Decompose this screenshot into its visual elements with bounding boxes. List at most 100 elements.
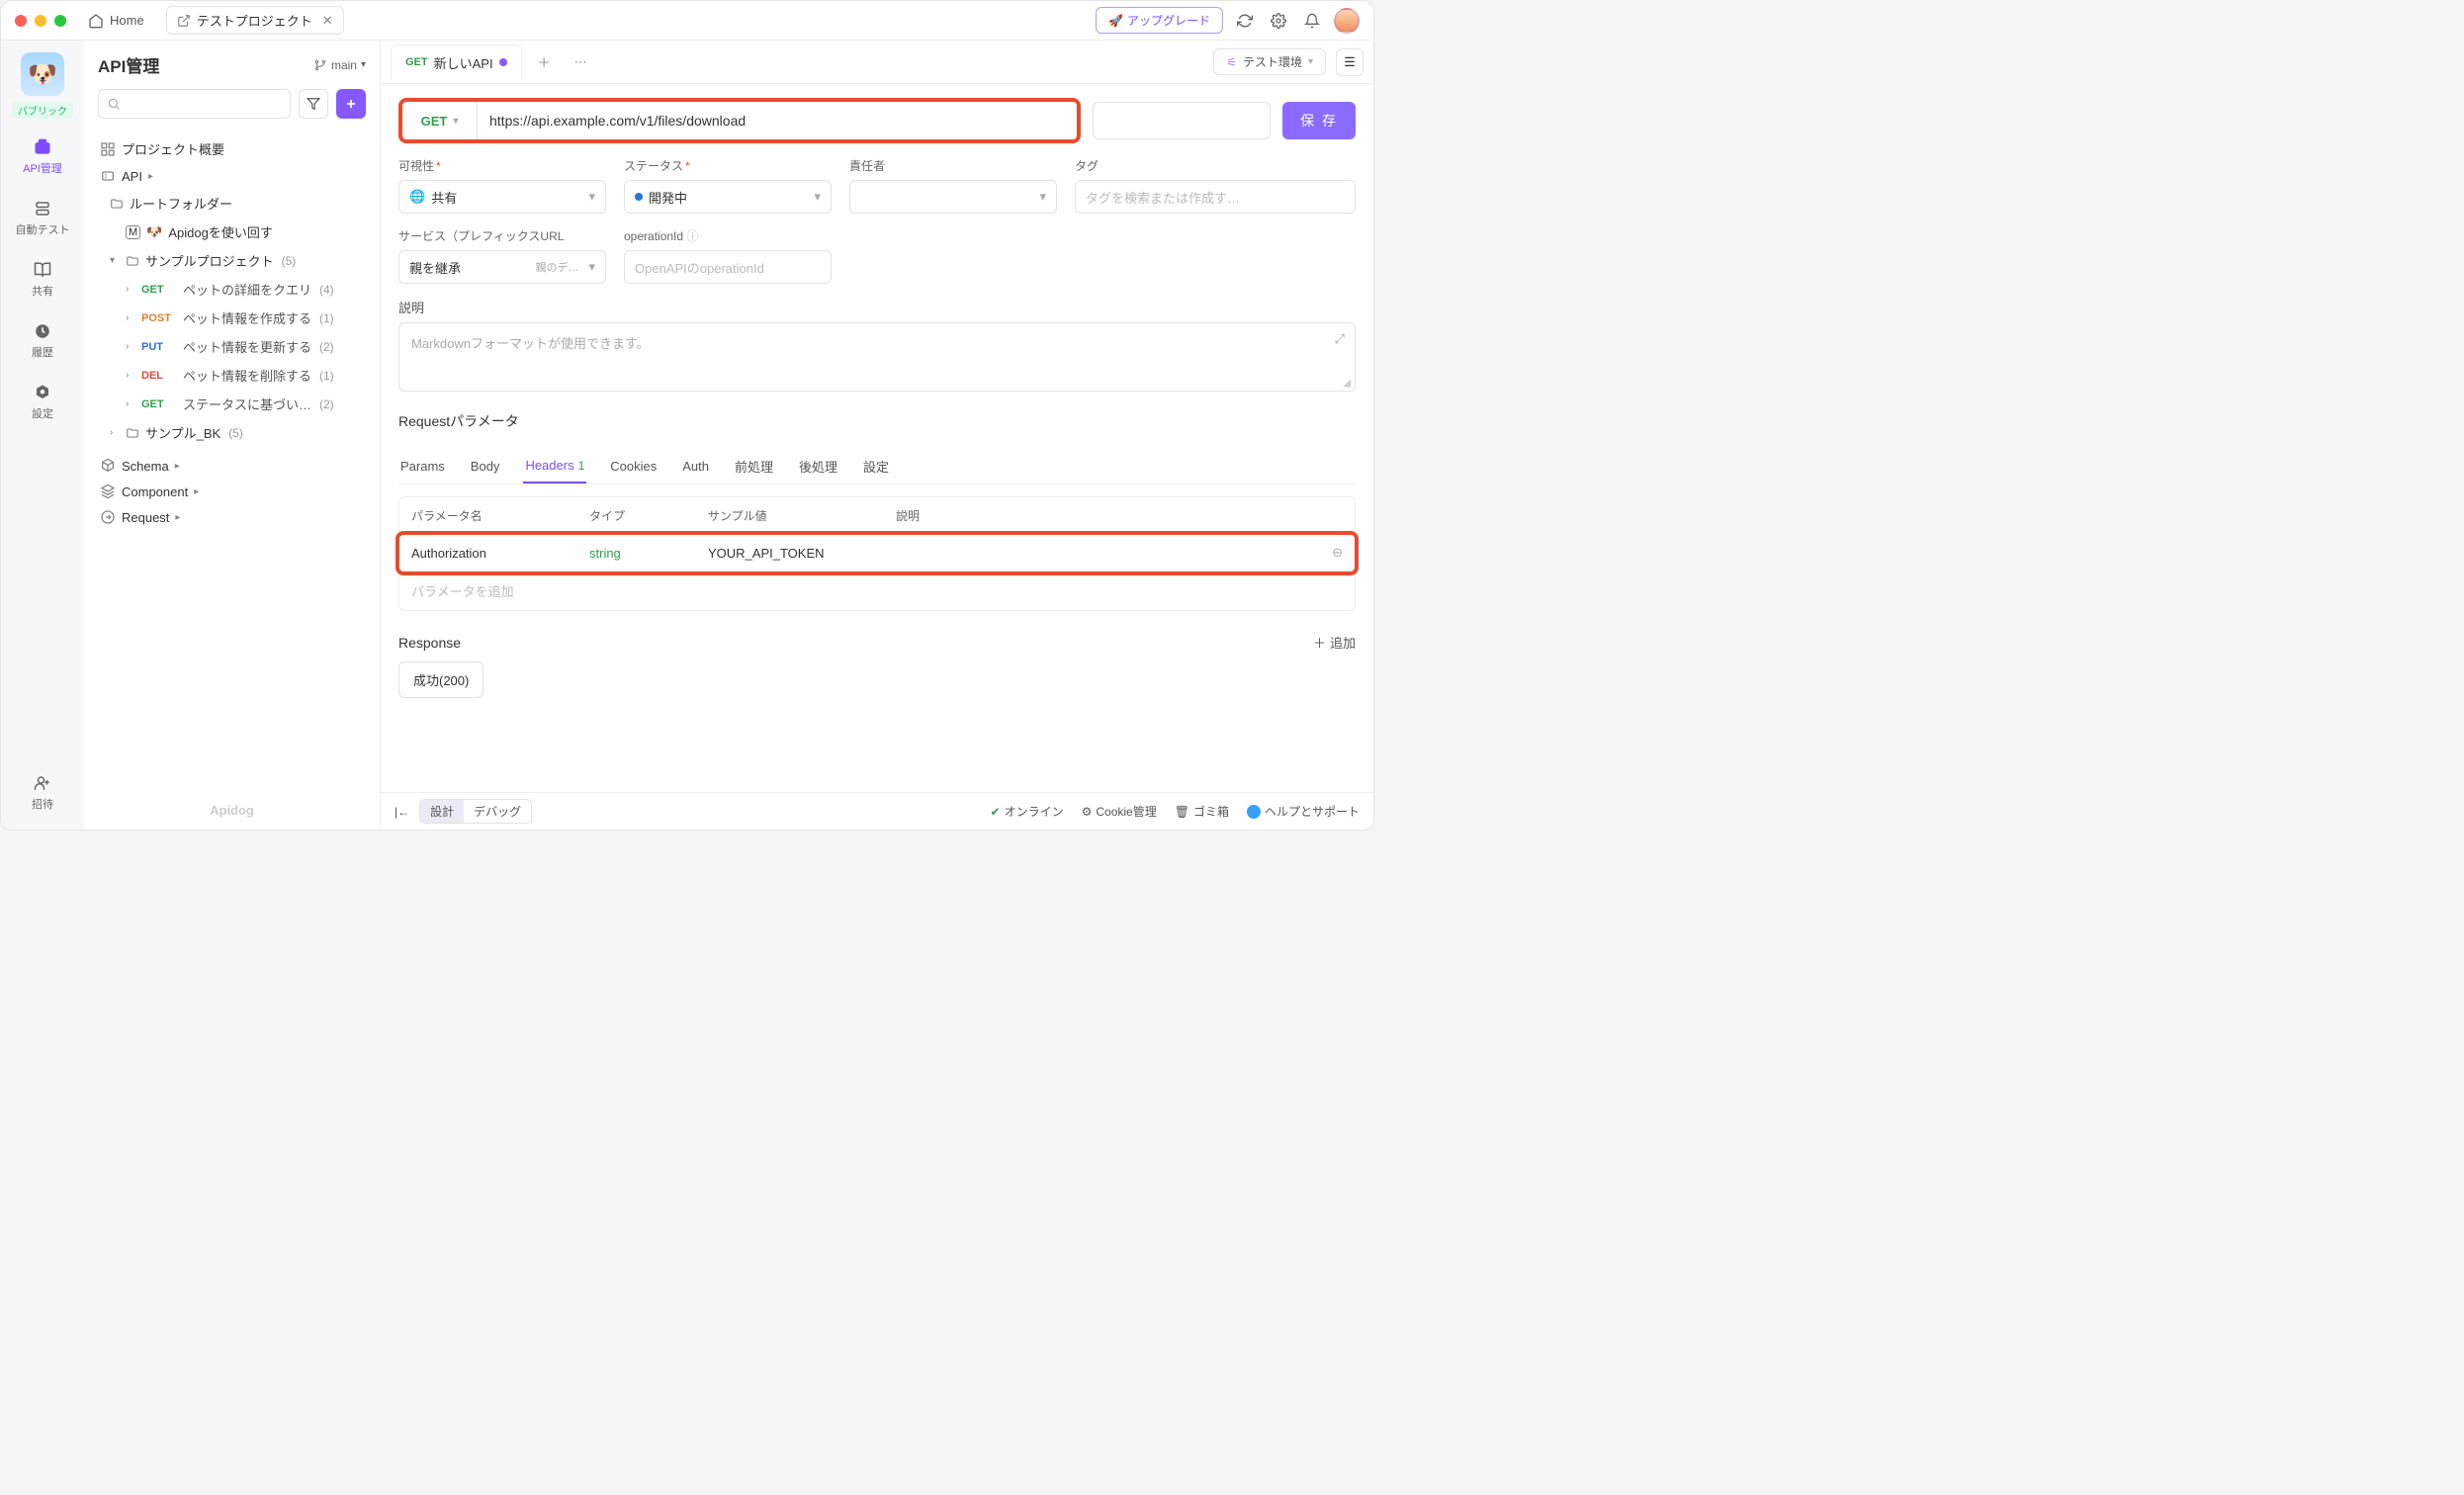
dirty-indicator bbox=[499, 58, 507, 66]
bell-icon[interactable] bbox=[1300, 9, 1324, 33]
nav-history[interactable]: 履歴 bbox=[1, 316, 84, 364]
component-label: Component bbox=[122, 484, 188, 499]
help-icon[interactable]: ⓘ bbox=[686, 229, 698, 243]
method-selector[interactable]: GET ▾ bbox=[402, 102, 478, 139]
tab-body[interactable]: Body bbox=[469, 449, 502, 484]
tab-postprocess[interactable]: 後処理 bbox=[797, 449, 839, 484]
apidog-guide[interactable]: M 🐶 Apidogを使い回す bbox=[96, 218, 372, 246]
expand-icon[interactable]: ⤢ bbox=[1335, 331, 1345, 347]
nav-api[interactable]: API管理 bbox=[1, 132, 84, 180]
add-response-button[interactable]: ＋追加 bbox=[1313, 633, 1356, 652]
opid-input[interactable]: OpenAPIのoperationId bbox=[624, 250, 832, 284]
api-root[interactable]: API ▸ bbox=[96, 163, 372, 189]
service-label: サービス（プレフィックスURL bbox=[398, 227, 606, 244]
environment-selector[interactable]: ⚟ テスト環境 ▾ bbox=[1213, 48, 1326, 75]
mode-debug[interactable]: デバッグ bbox=[464, 800, 531, 823]
col-desc: 説明 bbox=[896, 507, 1303, 524]
endpoint-row-2[interactable]: ›PUTペット情報を更新する(2) bbox=[96, 332, 372, 361]
component-section[interactable]: Component ▸ bbox=[96, 479, 372, 504]
header-row[interactable]: Authorization string YOUR_API_TOKEN ⊖ bbox=[399, 535, 1355, 572]
owner-label: 責任者 bbox=[849, 157, 1057, 174]
user-avatar[interactable] bbox=[1334, 8, 1360, 34]
schema-section[interactable]: Schema ▸ bbox=[96, 453, 372, 479]
endpoint-count: (1) bbox=[319, 369, 334, 383]
response-chip-label: 成功(200) bbox=[413, 670, 469, 689]
tab-cookies[interactable]: Cookies bbox=[608, 449, 659, 484]
url-input[interactable] bbox=[478, 102, 1077, 139]
description-textarea[interactable]: Markdownフォーマットが使用できます。 ⤢ ◢ bbox=[398, 322, 1356, 392]
service-select[interactable]: 親を継承 親のデ… ▾ bbox=[398, 250, 606, 284]
param-sample[interactable]: YOUR_API_TOKEN bbox=[708, 546, 896, 561]
mode-design[interactable]: 設計 bbox=[420, 800, 464, 823]
endpoint-row-1[interactable]: ›POSTペット情報を作成する(1) bbox=[96, 304, 372, 332]
sample-bk-label: サンプル_BK bbox=[145, 423, 220, 442]
close-icon[interactable]: ✕ bbox=[322, 13, 333, 29]
response-chip[interactable]: 成功(200) bbox=[398, 661, 484, 698]
chevron-down-icon: ▾ bbox=[814, 189, 821, 205]
owner-select[interactable]: ▾ bbox=[849, 180, 1057, 214]
chevron-right-icon: ▸ bbox=[175, 461, 185, 472]
collapse-icon[interactable]: |← bbox=[395, 805, 409, 819]
upgrade-button[interactable]: 🚀 アップグレード bbox=[1096, 7, 1223, 34]
add-tab-button[interactable]: ＋ bbox=[530, 48, 559, 75]
sample-bk-folder[interactable]: › サンプル_BK (5) bbox=[96, 418, 372, 447]
endpoint-name: ペットの詳細をクエリ bbox=[183, 280, 311, 299]
tab-params[interactable]: Params bbox=[398, 449, 447, 484]
branch-selector[interactable]: main ▾ bbox=[313, 58, 366, 72]
help-support[interactable]: ヘルプとサポート bbox=[1247, 803, 1360, 820]
project-overview[interactable]: プロジェクト概要 bbox=[96, 134, 372, 163]
nav-settings[interactable]: 設定 bbox=[1, 378, 84, 425]
folder-icon bbox=[126, 426, 139, 440]
add-button[interactable] bbox=[336, 89, 366, 119]
schema-label: Schema bbox=[122, 459, 169, 474]
tab-headers[interactable]: Headers1 bbox=[523, 449, 586, 484]
tab-preprocess[interactable]: 前処理 bbox=[733, 449, 775, 484]
request-section[interactable]: Request ▸ bbox=[96, 504, 372, 530]
project-avatar[interactable]: 🐶 bbox=[21, 52, 64, 96]
refresh-icon[interactable] bbox=[1233, 9, 1257, 33]
status-label: ステータス* bbox=[624, 157, 832, 174]
root-folder-label: ルートフォルダー bbox=[130, 194, 232, 213]
home-tab[interactable]: Home bbox=[78, 9, 154, 33]
panel-menu-button[interactable]: ☰ bbox=[1336, 48, 1364, 76]
search-input[interactable] bbox=[98, 89, 291, 119]
resize-handle[interactable]: ◢ bbox=[1343, 378, 1351, 389]
nav-autotest[interactable]: 自動テスト bbox=[1, 194, 84, 241]
flask-icon bbox=[32, 198, 53, 220]
endpoint-row-4[interactable]: ›GETステータスに基づい…(2) bbox=[96, 390, 372, 418]
project-tab[interactable]: テストプロジェクト ✕ bbox=[166, 6, 344, 35]
nav-share[interactable]: 共有 bbox=[1, 255, 84, 303]
plus-icon bbox=[344, 97, 358, 111]
chevron-down-icon: ▾ bbox=[110, 255, 120, 266]
save-button[interactable]: 保 存 bbox=[1282, 102, 1356, 139]
tab-more-button[interactable]: ⋯ bbox=[567, 50, 595, 74]
add-param-row[interactable]: パラメータを追加 bbox=[399, 572, 1355, 610]
root-folder[interactable]: ルートフォルダー bbox=[96, 189, 372, 218]
param-type[interactable]: string bbox=[589, 546, 708, 561]
tab-settings[interactable]: 設定 bbox=[861, 449, 891, 484]
send-icon bbox=[100, 509, 116, 525]
param-name[interactable]: Authorization bbox=[411, 546, 589, 561]
env-label: テスト環境 bbox=[1243, 53, 1302, 70]
nav-invite[interactable]: 招待 bbox=[1, 768, 84, 816]
trash[interactable]: 🗑ゴミ箱 bbox=[1175, 803, 1229, 820]
visibility-select[interactable]: 🌐 共有 ▾ bbox=[398, 180, 606, 214]
status-dot-icon bbox=[635, 193, 643, 201]
nav-invite-label: 招待 bbox=[32, 796, 53, 812]
delete-row-button[interactable]: ⊖ bbox=[1303, 545, 1343, 561]
tag-input[interactable]: タグを検索または作成す… bbox=[1075, 180, 1356, 214]
endpoint-row-3[interactable]: ›DELペット情報を削除する(1) bbox=[96, 361, 372, 390]
method-badge: PUT bbox=[141, 341, 177, 353]
status-select[interactable]: 開発中 ▾ bbox=[624, 180, 832, 214]
sample-project-folder[interactable]: ▾ サンプルプロジェクト (5) bbox=[96, 246, 372, 275]
filter-button[interactable] bbox=[299, 89, 328, 119]
filter-icon bbox=[307, 97, 320, 111]
online-status[interactable]: ✔オンライン bbox=[991, 803, 1064, 820]
settings-icon[interactable] bbox=[1267, 9, 1290, 33]
window-controls[interactable] bbox=[15, 15, 66, 27]
url-extra-box[interactable] bbox=[1093, 102, 1271, 139]
cookie-manage[interactable]: ⚙Cookie管理 bbox=[1082, 803, 1157, 820]
api-tab[interactable]: GET 新しいAPI bbox=[391, 44, 522, 80]
endpoint-row-0[interactable]: ›GETペットの詳細をクエリ(4) bbox=[96, 275, 372, 304]
tab-auth[interactable]: Auth bbox=[680, 449, 711, 484]
